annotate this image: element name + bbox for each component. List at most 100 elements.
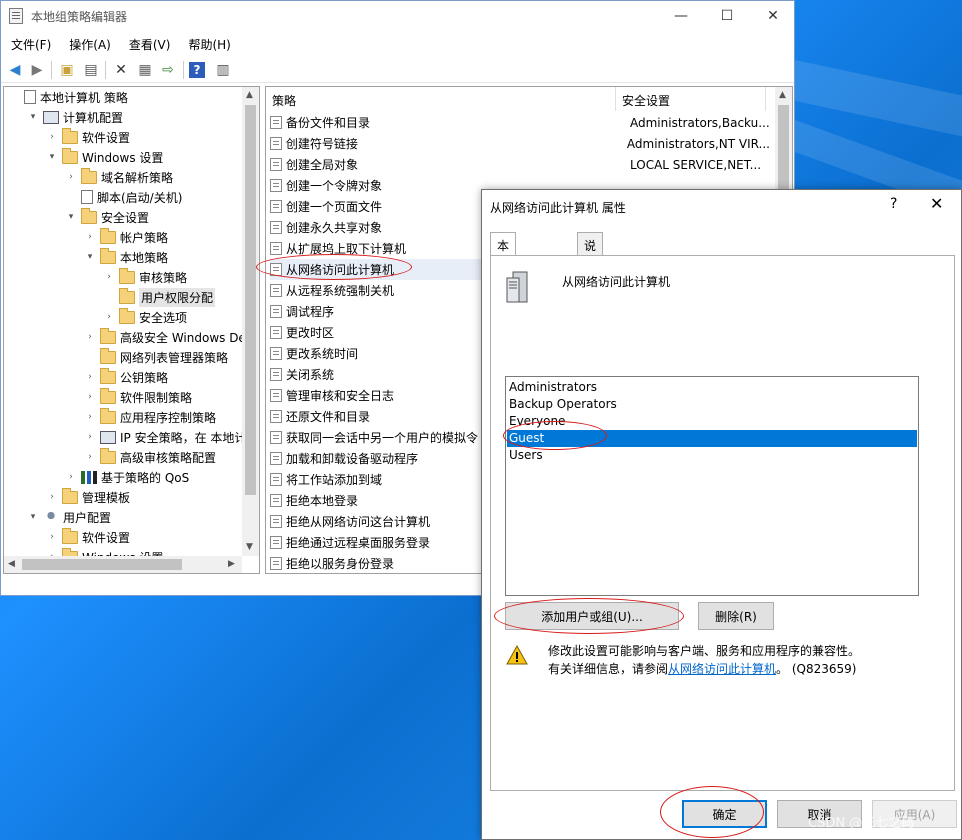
tree-item[interactable]: › 公钥策略 (84, 367, 168, 387)
tree-item[interactable]: ▾ 安全设置 (65, 207, 149, 227)
tree-item[interactable]: › 软件限制策略 (84, 387, 192, 407)
collapsed-chevron-icon[interactable]: › (46, 532, 58, 542)
scroll-left-icon[interactable]: ◀ (8, 559, 15, 569)
tree-horizontal-scrollbar[interactable]: ◀ ▶ (4, 556, 242, 573)
tree-item[interactable]: › IP 安全策略，在 本地计算 (84, 427, 258, 447)
scroll-thumb[interactable] (245, 105, 256, 495)
minimize-button[interactable]: — (658, 1, 704, 31)
tab-explain[interactable]: 说明 (577, 232, 604, 270)
member-item[interactable]: Users (507, 447, 917, 464)
collapsed-chevron-icon[interactable]: › (65, 472, 77, 482)
tree-item[interactable]: ▾ 计算机配置 (27, 107, 123, 127)
collapsed-chevron-icon[interactable]: › (103, 312, 115, 322)
tree-item[interactable]: 用户权限分配 (103, 287, 216, 307)
scroll-thumb[interactable] (22, 559, 182, 570)
member-item[interactable]: Administrators (507, 379, 917, 396)
menu-file[interactable]: 文件(F) (1, 32, 59, 54)
tree-item[interactable]: ▾ Windows 设置 (46, 147, 163, 167)
tree-item[interactable]: 本地计算机 策略 (8, 87, 128, 107)
chart-icon (81, 470, 97, 484)
show-hide-tree-icon[interactable]: ▤ (81, 60, 101, 80)
warning-line-2: 有关详细信息，请参阅从网络访问此计算机。 (Q823659) (548, 660, 928, 678)
doc-icon (24, 90, 36, 104)
collapsed-chevron-icon[interactable]: › (84, 332, 96, 342)
tree-item[interactable]: ▾ 用户配置 (27, 507, 111, 527)
server-icon (506, 271, 528, 303)
folder-icon (100, 447, 116, 464)
tree-item[interactable]: › 高级审核策略配置 (84, 447, 216, 467)
expanded-chevron-icon[interactable]: ▾ (65, 212, 77, 222)
tree-item-label: 计算机配置 (63, 110, 124, 125)
policy-row[interactable]: 创建全局对象 LOCAL SERVICE,NET... (270, 154, 770, 175)
back-arrow-icon[interactable]: ◀ (5, 60, 25, 80)
collapsed-chevron-icon[interactable]: › (65, 172, 77, 182)
tree-item[interactable]: › 管理模板 (46, 487, 130, 507)
collapsed-chevron-icon[interactable]: › (84, 432, 96, 442)
script-icon (81, 190, 93, 204)
tree-item-label: 本地策略 (120, 250, 169, 265)
policy-icon (270, 242, 282, 255)
up-folder-icon[interactable]: ▣ (57, 60, 77, 80)
tree-item[interactable]: › 域名解析策略 (65, 167, 173, 187)
help-icon[interactable]: ? (189, 62, 205, 78)
column-header-setting[interactable]: 安全设置 (616, 87, 766, 111)
member-item[interactable]: Backup Operators (507, 396, 917, 413)
tree-item[interactable]: › 软件设置 (46, 527, 130, 547)
menu-help[interactable]: 帮助(H) (178, 32, 238, 54)
policy-row[interactable]: 创建符号链接 Administrators,NT VIR... (270, 133, 770, 154)
collapsed-chevron-icon[interactable]: › (46, 492, 58, 502)
policy-help-link[interactable]: 从网络访问此计算机 (668, 662, 776, 676)
filter-options-icon[interactable]: ▥ (213, 60, 233, 80)
policy-icon (270, 347, 282, 360)
tab-local-security-setting[interactable]: 本地安全设置 (490, 232, 517, 338)
collapsed-chevron-icon[interactable]: › (103, 272, 115, 282)
collapsed-chevron-icon[interactable]: › (84, 412, 96, 422)
policy-icon (270, 158, 282, 171)
tree-item[interactable]: › 应用程序控制策略 (84, 407, 216, 427)
tree-item[interactable]: 网络列表管理器策略 (84, 347, 228, 367)
policy-name: 创建符号链接 (285, 137, 358, 151)
maximize-button[interactable]: ☐ (704, 1, 750, 31)
collapsed-chevron-icon[interactable]: › (84, 372, 96, 382)
expanded-chevron-icon[interactable]: ▾ (84, 252, 96, 262)
policy-icon (270, 557, 282, 570)
forward-arrow-icon[interactable]: ▶ (27, 60, 47, 80)
tree-item-label: 软件限制策略 (120, 390, 193, 405)
scroll-up-icon[interactable]: ▲ (246, 90, 253, 100)
tree-item[interactable]: › 安全选项 (103, 307, 187, 327)
tree-item[interactable]: › 高级安全 Windows Defe (84, 327, 257, 347)
folder-icon (62, 487, 78, 504)
collapsed-chevron-icon[interactable]: › (84, 452, 96, 462)
properties-icon[interactable]: ▦ (135, 60, 155, 80)
remove-button[interactable]: 删除(R) (698, 602, 774, 630)
export-list-icon[interactable]: ⇨ (158, 60, 178, 80)
scroll-down-icon[interactable]: ▼ (246, 542, 253, 552)
policy-row[interactable]: 备份文件和目录 Administrators,Backu... (270, 112, 770, 133)
tree-item[interactable]: ▾ 本地策略 (84, 247, 168, 267)
scroll-right-icon[interactable]: ▶ (228, 559, 235, 569)
menu-view[interactable]: 查看(V) (119, 32, 179, 54)
policy-setting: Administrators,Backu... (630, 115, 770, 130)
folder-icon (100, 407, 116, 424)
tree-item-label: 脚本(启动/关机) (97, 190, 183, 205)
tree-item[interactable]: › 软件设置 (46, 127, 130, 147)
expanded-chevron-icon[interactable]: ▾ (27, 112, 39, 122)
dialog-help-button[interactable]: ? (890, 196, 897, 212)
dialog-close-button[interactable]: ✕ (930, 194, 943, 213)
tree-item[interactable]: › 帐户策略 (84, 227, 168, 247)
members-listbox[interactable]: Administrators Backup Operators Everyone Gu… (505, 376, 919, 596)
scroll-up-icon[interactable]: ▲ (779, 90, 786, 100)
expanded-chevron-icon[interactable]: ▾ (46, 152, 58, 162)
tree-item[interactable]: › 基于策略的 QoS (65, 467, 189, 487)
collapsed-chevron-icon[interactable]: › (46, 132, 58, 142)
tree-item-label: 帐户策略 (120, 230, 169, 245)
tree-item[interactable]: 脚本(启动/关机) (65, 187, 182, 207)
delete-icon[interactable]: ✕ (111, 60, 131, 80)
tree-item[interactable]: › 审核策略 (103, 267, 187, 287)
collapsed-chevron-icon[interactable]: › (84, 232, 96, 242)
tree-vertical-scrollbar[interactable]: ▲ ▼ (242, 87, 259, 556)
expanded-chevron-icon[interactable]: ▾ (27, 512, 39, 522)
close-button[interactable]: ✕ (750, 1, 796, 31)
collapsed-chevron-icon[interactable]: › (84, 392, 96, 402)
menu-action[interactable]: 操作(A) (59, 32, 119, 54)
